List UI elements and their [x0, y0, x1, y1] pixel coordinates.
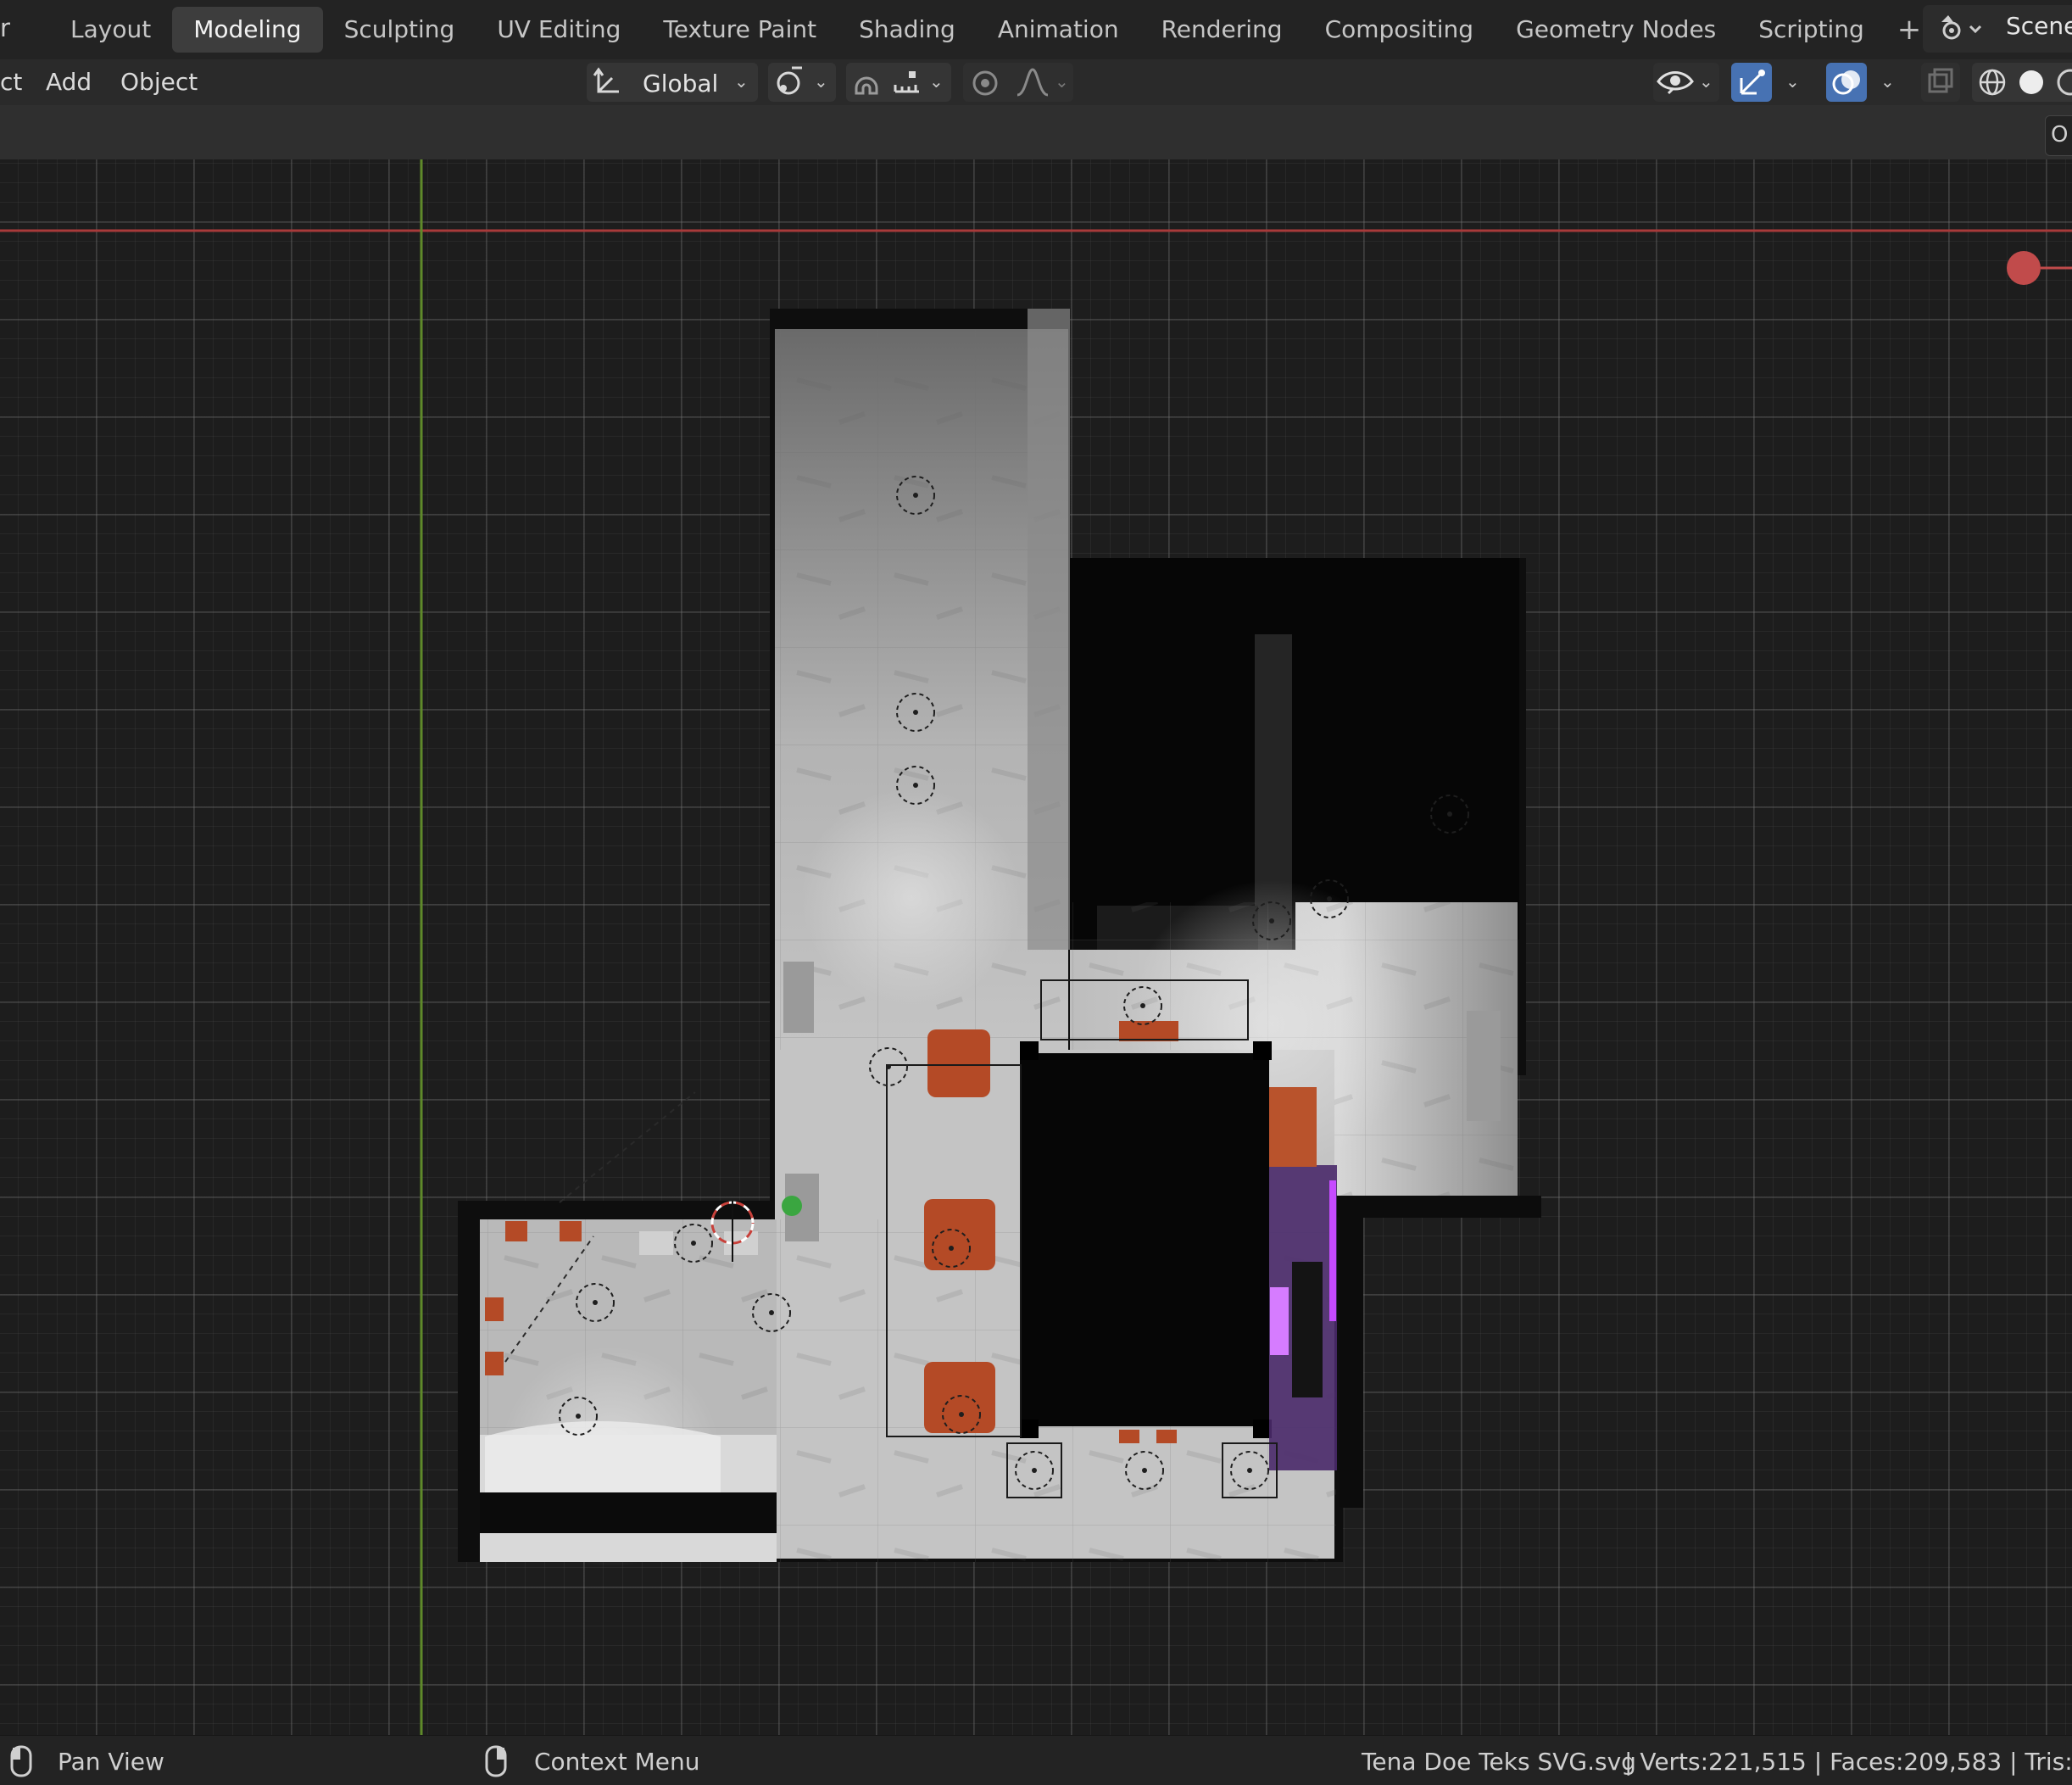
status-file-name: Tena Doe Teks SVG.svg	[1362, 1748, 1636, 1776]
gizmo-dropdown-chevron[interactable]: ⌄	[1785, 71, 1800, 92]
overlays-dropdown-chevron[interactable]: ⌄	[1880, 71, 1895, 92]
chevron-down-icon: ⌄	[734, 71, 749, 92]
tab-uv-editing[interactable]: UV Editing	[476, 7, 642, 53]
tab-rendering[interactable]: Rendering	[1140, 7, 1304, 53]
mouse-right-icon	[485, 1745, 507, 1777]
status-left-action: Pan View	[58, 1748, 164, 1776]
object-menu[interactable]: Object	[120, 68, 198, 96]
gizmo-icon	[1740, 70, 1765, 95]
scene-icon[interactable]	[1933, 12, 1987, 46]
tab-modeling[interactable]: Modeling	[172, 7, 323, 53]
tool-settings-strip	[0, 105, 2072, 159]
snap-increment-icon[interactable]	[890, 63, 924, 102]
tab-texture-paint[interactable]: Texture Paint	[642, 7, 838, 53]
counter-top	[480, 1492, 777, 1533]
selectability-visibility-dropdown[interactable]: ⌄	[1653, 63, 1719, 102]
navigation-gizmo-x[interactable]	[2007, 251, 2041, 285]
tab-scripting[interactable]: Scripting	[1737, 7, 1885, 53]
workspace-bar: r Layout Modeling Sculpting UV Editing T…	[0, 0, 2072, 60]
material-preview-icon[interactable]	[2053, 63, 2072, 102]
scene-name[interactable]: Scene	[2006, 12, 2072, 40]
add-menu[interactable]: Add	[46, 68, 92, 96]
wireframe-shading-icon[interactable]	[1972, 63, 2011, 102]
snap-toggle[interactable]: ⌄	[846, 63, 951, 102]
pivot-point-dropdown[interactable]: ⌄	[768, 63, 836, 102]
viewport-header: ct Add Object Global ⌄ ⌄ ⌄ ⌄ ⌄ ⌄ ⌄	[0, 59, 2072, 105]
overlays-toggle[interactable]	[1826, 63, 1867, 102]
falloff-curve-icon[interactable]	[1014, 63, 1051, 102]
plant-object	[782, 1196, 802, 1216]
proportional-edit-icon	[972, 70, 998, 96]
xray-icon	[1928, 68, 1953, 93]
magnet-snap-icon	[855, 76, 878, 95]
tab-animation[interactable]: Animation	[977, 7, 1140, 53]
chevron-down-icon: ⌄	[1055, 71, 1069, 92]
viewport-shading-group	[1972, 63, 2072, 102]
mouse-left-icon	[10, 1745, 32, 1777]
transform-orientation-dropdown[interactable]: Global ⌄	[587, 63, 758, 102]
tab-geometry-nodes[interactable]: Geometry Nodes	[1495, 7, 1737, 53]
gizmo-toggle[interactable]	[1731, 63, 1772, 102]
chevron-down-icon: ⌄	[929, 71, 944, 92]
pivot-point-icon	[777, 66, 802, 95]
central-black-block	[1020, 1053, 1269, 1426]
status-bar: Pan View Context Menu Tena Doe Teks SVG.…	[0, 1735, 2072, 1785]
select-menu[interactable]: ct	[0, 68, 22, 96]
corridor-east-wall	[1028, 309, 1070, 950]
orientation-label: Global	[643, 70, 719, 98]
eye-visibility-icon	[1657, 71, 1694, 95]
tab-layout[interactable]: Layout	[49, 7, 172, 53]
overlays-icon	[1832, 70, 1860, 95]
scene-statistics: | Verts:221,515 | Faces:209,583 | Tris:4…	[1624, 1748, 2072, 1776]
tab-sculpting[interactable]: Sculpting	[323, 7, 476, 53]
proportional-edit-toggle[interactable]: ⌄	[963, 63, 1073, 102]
tab-shading[interactable]: Shading	[838, 7, 977, 53]
solid-shading-icon[interactable]	[2013, 63, 2052, 102]
tab-compositing[interactable]: Compositing	[1304, 7, 1496, 53]
3d-viewport[interactable]	[0, 159, 2072, 1735]
transform-axes-icon	[593, 67, 619, 93]
chevron-down-icon: ⌄	[814, 71, 828, 92]
chevron-down-icon: ⌄	[1699, 71, 1713, 92]
xray-toggle[interactable]	[1921, 63, 1960, 102]
status-middle-action: Context Menu	[534, 1748, 700, 1776]
editor-type-menu[interactable]: r	[0, 14, 10, 42]
floor-plan-scene[interactable]	[0, 159, 2072, 1735]
workspace-tabs: Layout Modeling Sculpting UV Editing Tex…	[49, 7, 1933, 53]
sidebar-tab[interactable]: O	[2045, 115, 2072, 156]
